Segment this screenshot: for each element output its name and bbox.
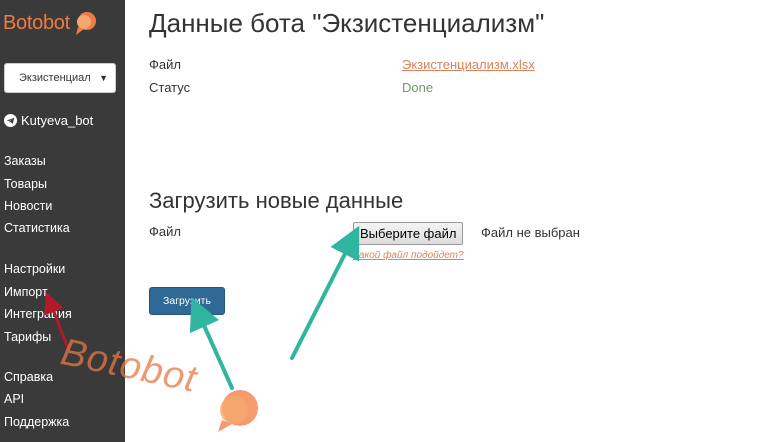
file-label: Файл [149,57,181,72]
nav-settings[interactable]: Настройки [4,262,65,276]
sidebar: Botobot Экзистенциал ▼ Kutyeva_bot Заказ… [0,0,125,442]
telegram-icon [4,114,17,127]
upload-file-label: Файл [149,224,181,239]
page-title: Данные бота "Экзистенциализм" [149,8,545,38]
bot-select[interactable]: Экзистенциал ▼ [4,63,116,93]
nav-statistics[interactable]: Статистика [4,221,70,235]
upload-button[interactable]: Загрузить [149,287,225,315]
status-label: Статус [149,80,191,95]
choose-file-button[interactable]: Выберите файл [353,222,464,245]
status-value: Done [402,80,434,95]
nav-orders[interactable]: Заказы [4,154,46,168]
main-content: Данные бота "Экзистенциализм" Файл Экзис… [125,0,766,442]
dropdown-arrow-icon: ▼ [99,73,108,83]
nav-api[interactable]: API [4,392,24,406]
upload-section-title: Загрузить новые данные [149,188,404,213]
nav-help[interactable]: Справка [4,370,53,384]
nav-support[interactable]: Поддержка [4,415,69,429]
nav-products[interactable]: Товары [4,177,47,191]
logo-text: Botobot [3,11,70,34]
nav-news[interactable]: Новости [4,199,52,213]
nav-integration[interactable]: Интеграция [4,307,72,321]
nav-tariffs[interactable]: Тарифы [4,330,51,344]
file-download-link[interactable]: Экзистенциализм.xlsx [402,57,535,72]
file-help-link[interactable]: Какой файл подойдет? [353,250,464,261]
nav-import[interactable]: Импорт [4,285,48,299]
bot-name-label: Kutyeva_bot [21,113,94,128]
logo-bubble-icon [75,12,96,35]
bot-select-value: Экзистенциал [19,72,91,84]
bot-account[interactable]: Kutyeva_bot [4,113,93,128]
no-file-selected-text: Файл не выбран [481,225,580,240]
logo[interactable]: Botobot [3,10,96,36]
